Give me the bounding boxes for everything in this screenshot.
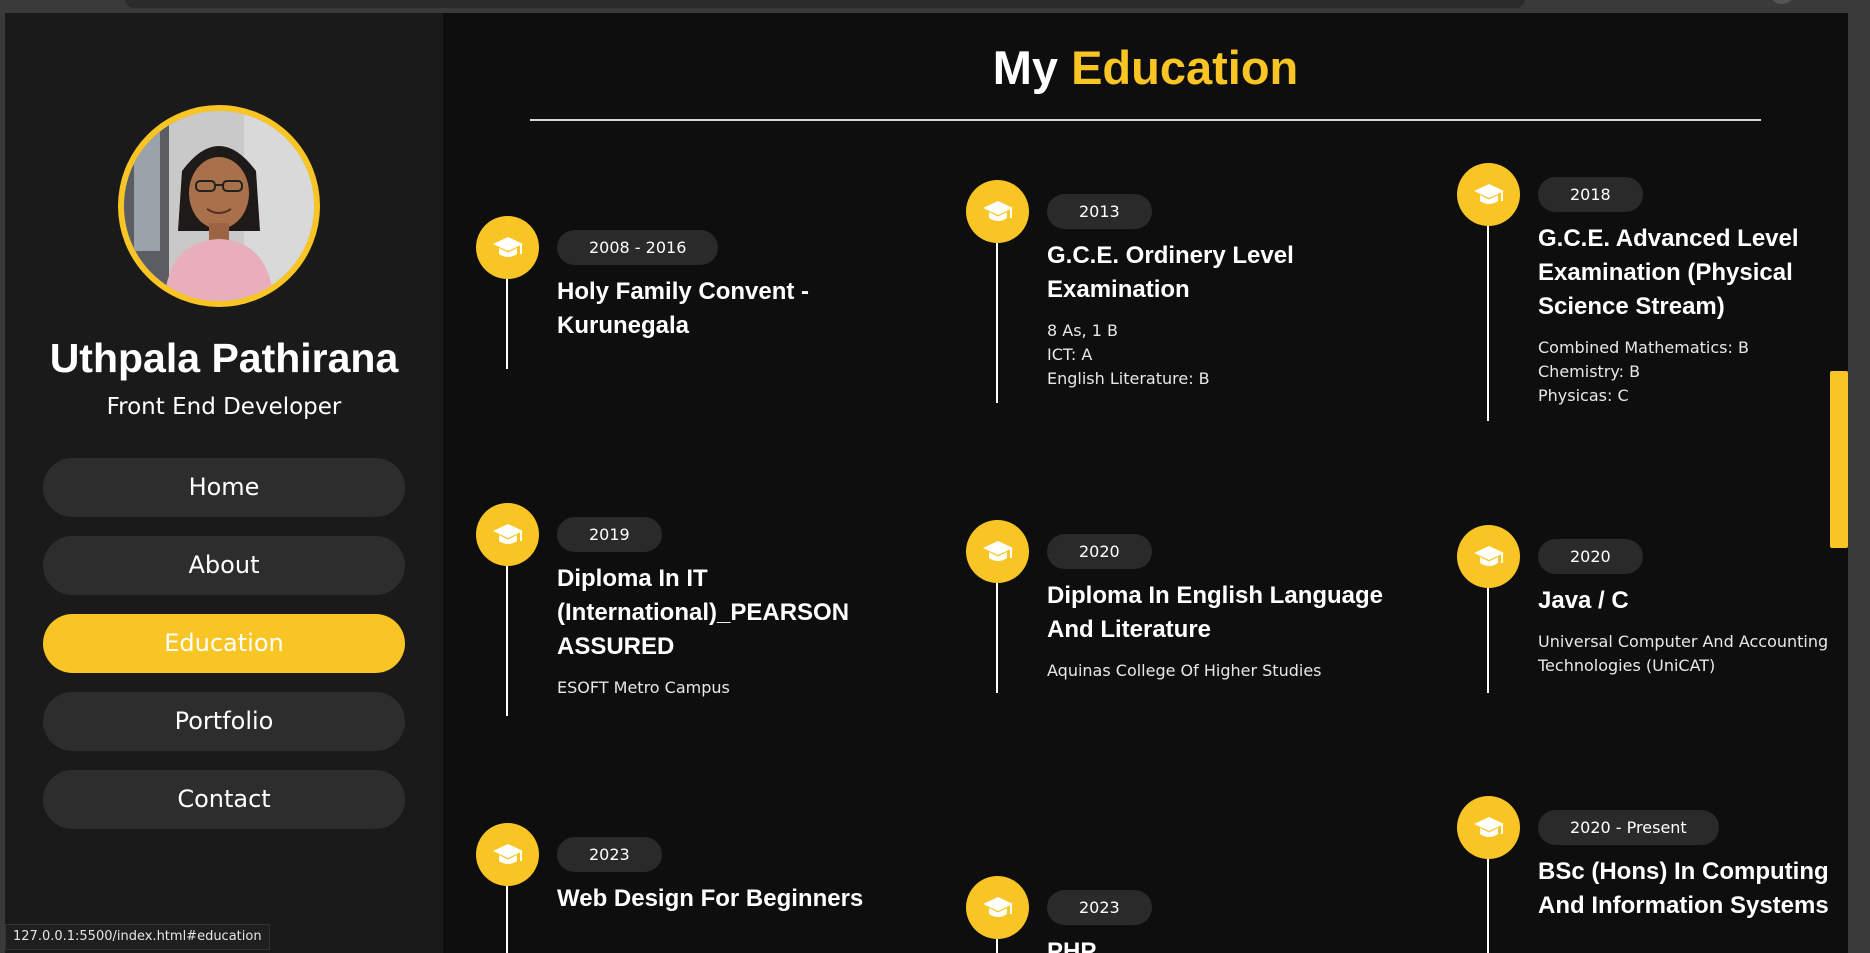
graduation-cap-icon bbox=[476, 503, 539, 566]
address-bar[interactable] bbox=[125, 0, 1525, 8]
page: Uthpala Pathirana Front End Developer Ho… bbox=[5, 13, 1848, 953]
page-title-accent: Education bbox=[1071, 41, 1299, 94]
profile-photo bbox=[124, 111, 314, 301]
nav-item-education[interactable]: Education bbox=[43, 614, 405, 673]
timeline-line bbox=[996, 243, 998, 403]
education-title: G.C.E. Advanced Level Examination (Physi… bbox=[1538, 225, 1799, 320]
graduation-cap-icon bbox=[476, 216, 539, 279]
education-title: Java / C bbox=[1538, 587, 1629, 614]
detail-line: Combined Mathematics: B bbox=[1538, 338, 1749, 357]
education-section: My Education 2008 - 2016 Holy Family Con… bbox=[443, 13, 1848, 953]
nav-item-contact[interactable]: Contact bbox=[43, 770, 405, 829]
graduation-cap-icon bbox=[1457, 163, 1520, 226]
avatar bbox=[118, 105, 320, 307]
page-title-prefix: My bbox=[992, 41, 1059, 94]
year-badge: 2023 bbox=[1047, 890, 1152, 925]
browser-menu-button[interactable] bbox=[1772, 0, 1792, 4]
timeline-line bbox=[1487, 859, 1489, 953]
year-badge: 2008 - 2016 bbox=[557, 230, 719, 265]
detail-line: Chemistry: B bbox=[1538, 362, 1641, 381]
year-badge: 2020 bbox=[1538, 539, 1643, 574]
nav-item-about[interactable]: About bbox=[43, 536, 405, 595]
education-title: Diploma In English Language And Literatu… bbox=[1047, 582, 1384, 643]
detail-line: 8 As, 1 B bbox=[1047, 321, 1118, 340]
year-badge: 2019 bbox=[557, 517, 662, 552]
timeline-line bbox=[506, 279, 508, 369]
timeline-line bbox=[1487, 226, 1489, 421]
timeline-line bbox=[506, 886, 508, 953]
profile-role: Front End Developer bbox=[106, 394, 342, 420]
graduation-cap-icon bbox=[966, 876, 1029, 939]
education-title: PHP bbox=[1047, 938, 1097, 953]
nav-item-portfolio[interactable]: Portfolio bbox=[43, 692, 405, 751]
detail-line: ESOFT Metro Campus bbox=[557, 678, 730, 697]
year-badge: 2023 bbox=[557, 837, 662, 872]
timeline-line bbox=[506, 566, 508, 716]
detail-line: Universal Computer And Accounting Techno… bbox=[1538, 632, 1829, 675]
title-divider bbox=[530, 119, 1761, 121]
graduation-cap-icon bbox=[966, 520, 1029, 583]
scrollbar-thumb[interactable] bbox=[1830, 371, 1848, 548]
sidebar-nav: Home About Education Portfolio Contact bbox=[43, 458, 405, 848]
year-badge: 2020 - Present bbox=[1538, 810, 1719, 845]
year-badge: 2018 bbox=[1538, 177, 1643, 212]
education-details: Universal Computer And Accounting Techno… bbox=[1538, 630, 1848, 678]
status-bar-url: 127.0.0.1:5500/index.html#education bbox=[5, 924, 270, 950]
graduation-cap-icon bbox=[1457, 525, 1520, 588]
timeline-line bbox=[996, 583, 998, 693]
graduation-cap-icon bbox=[1457, 796, 1520, 859]
nav-item-home[interactable]: Home bbox=[43, 458, 405, 517]
detail-line: ICT: A bbox=[1047, 345, 1093, 364]
education-details: ESOFT Metro Campus bbox=[557, 676, 897, 700]
education-details: Aquinas College Of Higher Studies bbox=[1047, 659, 1387, 683]
timeline-line bbox=[1487, 588, 1489, 693]
page-title: My Education bbox=[443, 40, 1848, 95]
detail-line: Aquinas College Of Higher Studies bbox=[1047, 661, 1322, 680]
education-title: Holy Family Convent - Kurunegala bbox=[557, 278, 810, 339]
detail-line: Physicas: C bbox=[1538, 386, 1629, 405]
graduation-cap-icon bbox=[966, 180, 1029, 243]
education-details: Combined Mathematics: B Chemistry: B Phy… bbox=[1538, 336, 1848, 408]
education-details: 8 As, 1 B ICT: A English Literature: B bbox=[1047, 319, 1387, 391]
timeline-line bbox=[996, 939, 998, 953]
education-title: Web Design For Beginners bbox=[557, 885, 864, 912]
education-title: Diploma In IT (International)_PEARSON AS… bbox=[557, 565, 850, 660]
detail-line: English Literature: B bbox=[1047, 369, 1210, 388]
education-title: BSc (Hons) In Computing And Information … bbox=[1538, 858, 1829, 919]
year-badge: 2020 bbox=[1047, 534, 1152, 569]
graduation-cap-icon bbox=[476, 823, 539, 886]
year-badge: 2013 bbox=[1047, 194, 1152, 229]
browser-top-bar bbox=[0, 0, 1870, 14]
education-title: G.C.E. Ordinery Level Examination bbox=[1047, 242, 1294, 303]
profile-name: Uthpala Pathirana bbox=[49, 335, 399, 381]
sidebar: Uthpala Pathirana Front End Developer Ho… bbox=[5, 13, 443, 953]
